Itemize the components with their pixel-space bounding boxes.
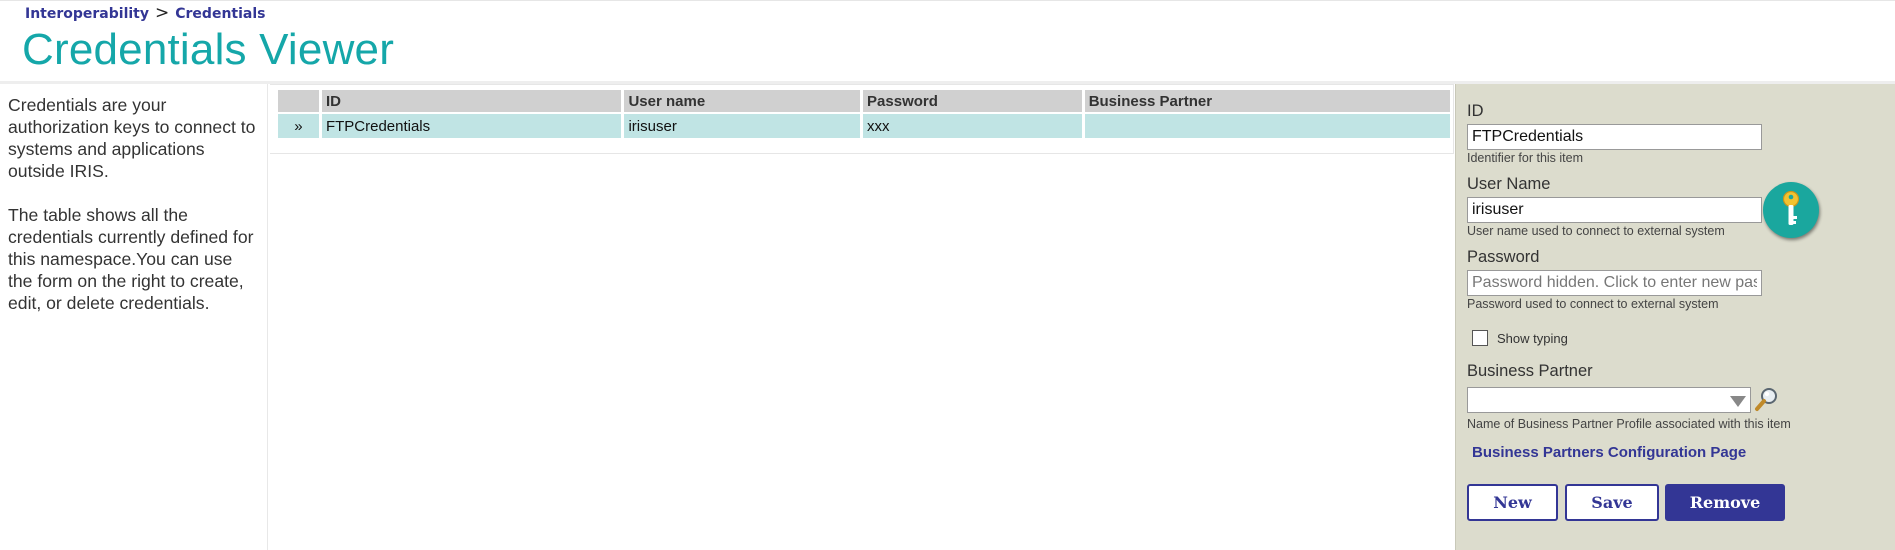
business-partner-search-button[interactable] [1754, 386, 1780, 414]
column-header-business-partner[interactable]: Business Partner [1084, 90, 1450, 114]
show-typing-checkbox[interactable] [1472, 330, 1488, 346]
credential-details-form: ID Identifier for this item User Name Us… [1455, 84, 1895, 550]
id-label: ID [1467, 102, 1484, 120]
business-partner-select[interactable] [1467, 387, 1751, 413]
username-hint: User name used to connect to external sy… [1467, 224, 1725, 238]
password-field[interactable] [1467, 270, 1762, 296]
description-pane: Credentials are your authorization keys … [0, 84, 268, 550]
username-label: User Name [1467, 175, 1551, 193]
credentials-table-container: ID User name Password Business Partner »… [270, 84, 1454, 154]
magnifier-icon [1755, 388, 1777, 411]
id-field[interactable] [1467, 124, 1762, 150]
credential-key-button[interactable] [1763, 182, 1819, 238]
business-partners-config-link[interactable]: Business Partners Configuration Page [1472, 444, 1746, 461]
page-title: Credentials Viewer [22, 25, 395, 74]
save-button[interactable]: Save [1565, 484, 1659, 521]
password-hint: Password used to connect to external sys… [1467, 297, 1719, 311]
cell-id[interactable]: FTPCredentials [321, 114, 622, 138]
column-header-username[interactable]: User name [624, 90, 861, 114]
description-paragraph-2: The table shows all the credentials curr… [8, 205, 254, 313]
remove-button[interactable]: Remove [1665, 484, 1785, 521]
table-row[interactable]: » FTPCredentials irisuser xxx [278, 114, 1450, 138]
breadcrumb-credentials-link[interactable]: Credentials [175, 6, 265, 22]
new-button[interactable]: New [1467, 484, 1558, 521]
cell-username[interactable]: irisuser [624, 114, 861, 138]
column-header-password[interactable]: Password [863, 90, 1082, 114]
row-selected-marker[interactable]: » [278, 114, 319, 138]
key-icon [1782, 190, 1800, 225]
chevron-down-icon[interactable] [1730, 396, 1746, 407]
credentials-table: ID User name Password Business Partner »… [275, 90, 1453, 138]
cell-password[interactable]: xxx [863, 114, 1082, 138]
column-header-id[interactable]: ID [321, 90, 622, 114]
show-typing-label[interactable]: Show typing [1497, 331, 1568, 346]
id-hint: Identifier for this item [1467, 151, 1584, 165]
username-field[interactable] [1467, 197, 1762, 223]
password-label: Password [1467, 248, 1540, 266]
description-paragraph-1: Credentials are your authorization keys … [8, 95, 256, 181]
breadcrumb: Interoperability > Credentials [25, 3, 265, 23]
business-partner-hint: Name of Business Partner Profile associa… [1467, 417, 1791, 431]
page-header: Interoperability > Credentials Credentials… [0, 0, 1895, 82]
column-header-selector [278, 90, 319, 114]
cell-business-partner[interactable] [1084, 114, 1450, 138]
breadcrumb-interoperability-link[interactable]: Interoperability [25, 6, 149, 22]
breadcrumb-separator: > [155, 3, 170, 23]
table-header-row: ID User name Password Business Partner [278, 90, 1450, 114]
business-partner-label: Business Partner [1467, 362, 1593, 380]
